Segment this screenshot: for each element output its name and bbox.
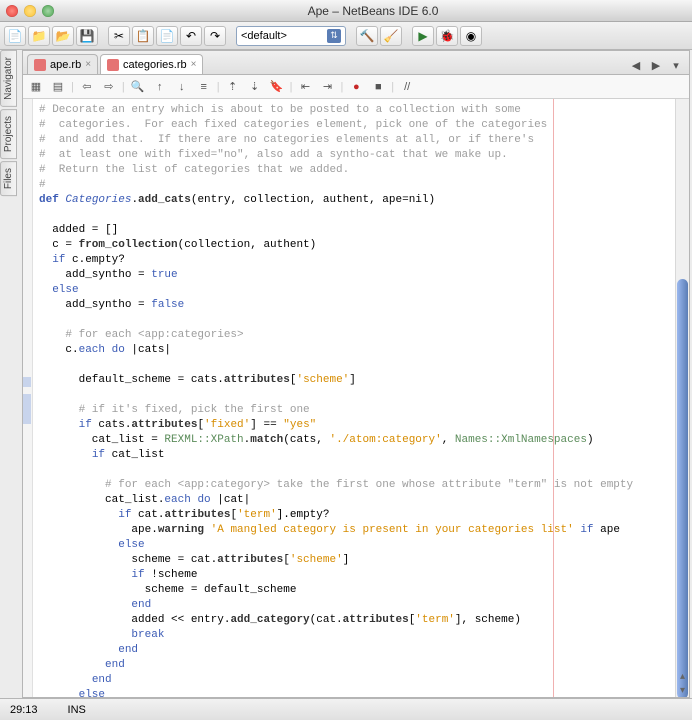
chevron-updown-icon: ⇅: [327, 29, 341, 43]
window-minimize-button[interactable]: [24, 5, 36, 17]
save-all-button[interactable]: 💾: [76, 26, 98, 46]
macro-stop-button[interactable]: ■: [369, 78, 387, 96]
ruby-file-icon: [107, 59, 119, 71]
cursor-position: 29:13: [10, 704, 38, 716]
scroll-down-icon[interactable]: ▾: [676, 683, 689, 697]
open-button[interactable]: 📂: [52, 26, 74, 46]
config-combo-value: <default>: [241, 30, 287, 42]
config-combo[interactable]: <default> ⇅: [236, 26, 346, 46]
tab-scroll-left-button[interactable]: ◀: [627, 56, 645, 74]
file-tab-label: ape.rb: [50, 59, 81, 71]
status-bar: 29:13 INS: [0, 698, 692, 720]
sidebar-tab-files[interactable]: Files: [0, 161, 17, 196]
toggle-highlight-button[interactable]: ≡: [195, 78, 213, 96]
macro-record-button[interactable]: ●: [347, 78, 365, 96]
clean-build-button[interactable]: 🧹: [380, 26, 402, 46]
find-selection-button[interactable]: 🔍: [129, 78, 147, 96]
insert-mode: INS: [68, 704, 86, 716]
file-tab-bar: ape.rb × categories.rb × ◀ ▶ ▾: [23, 51, 689, 75]
sidebar-tab-projects[interactable]: Projects: [0, 109, 17, 159]
comment-button[interactable]: //: [398, 78, 416, 96]
vertical-scrollbar[interactable]: ▴ ▾: [675, 99, 689, 697]
undo-button[interactable]: ↶: [180, 26, 202, 46]
nav-back-button[interactable]: ⇦: [78, 78, 96, 96]
prev-bookmark-button[interactable]: ⇡: [224, 78, 242, 96]
profile-button[interactable]: ◉: [460, 26, 482, 46]
cut-button[interactable]: ✂: [108, 26, 130, 46]
code-editor[interactable]: # Decorate an entry which is about to be…: [33, 99, 675, 697]
copy-button[interactable]: 📋: [132, 26, 154, 46]
new-file-button[interactable]: 📄: [4, 26, 26, 46]
history-view-button[interactable]: ▤: [49, 78, 67, 96]
window-close-button[interactable]: [6, 5, 18, 17]
window-zoom-button[interactable]: [42, 5, 54, 17]
next-bookmark-button[interactable]: ⇣: [246, 78, 264, 96]
ruby-file-icon: [34, 59, 46, 71]
window-title: Ape – NetBeans IDE 6.0: [60, 4, 686, 18]
find-prev-button[interactable]: ↑: [151, 78, 169, 96]
file-tab-label: categories.rb: [123, 59, 187, 71]
scrollbar-thumb[interactable]: [677, 279, 688, 697]
redo-button[interactable]: ↷: [204, 26, 226, 46]
main-toolbar: 📄 📁 📂 💾 ✂ 📋 📄 ↶ ↷ <default> ⇅ 🔨 🧹 ▶ 🐞 ◉: [0, 22, 692, 50]
nav-forward-button[interactable]: ⇨: [100, 78, 118, 96]
sidebar-tab-navigator[interactable]: Navigator: [0, 50, 17, 107]
paste-button[interactable]: 📄: [156, 26, 178, 46]
close-tab-icon[interactable]: ×: [85, 59, 91, 70]
editor-gutter[interactable]: [23, 99, 33, 697]
shift-right-button[interactable]: ⇥: [318, 78, 336, 96]
close-tab-icon[interactable]: ×: [191, 59, 197, 70]
file-tab-ape[interactable]: ape.rb ×: [27, 54, 98, 74]
editor-toolbar: ▦ ▤ | ⇦ ⇨ | 🔍 ↑ ↓ ≡ | ⇡ ⇣ 🔖 | ⇤ ⇥ | ● ■ …: [23, 75, 689, 99]
debug-button[interactable]: 🐞: [436, 26, 458, 46]
find-next-button[interactable]: ↓: [173, 78, 191, 96]
file-tab-categories[interactable]: categories.rb ×: [100, 54, 203, 74]
tab-scroll-right-button[interactable]: ▶: [647, 56, 665, 74]
shift-left-button[interactable]: ⇤: [296, 78, 314, 96]
run-button[interactable]: ▶: [412, 26, 434, 46]
tab-list-button[interactable]: ▾: [667, 56, 685, 74]
toggle-bookmark-button[interactable]: 🔖: [268, 78, 286, 96]
scroll-up-icon[interactable]: ▴: [676, 669, 689, 683]
source-view-button[interactable]: ▦: [27, 78, 45, 96]
build-button[interactable]: 🔨: [356, 26, 378, 46]
new-project-button[interactable]: 📁: [28, 26, 50, 46]
